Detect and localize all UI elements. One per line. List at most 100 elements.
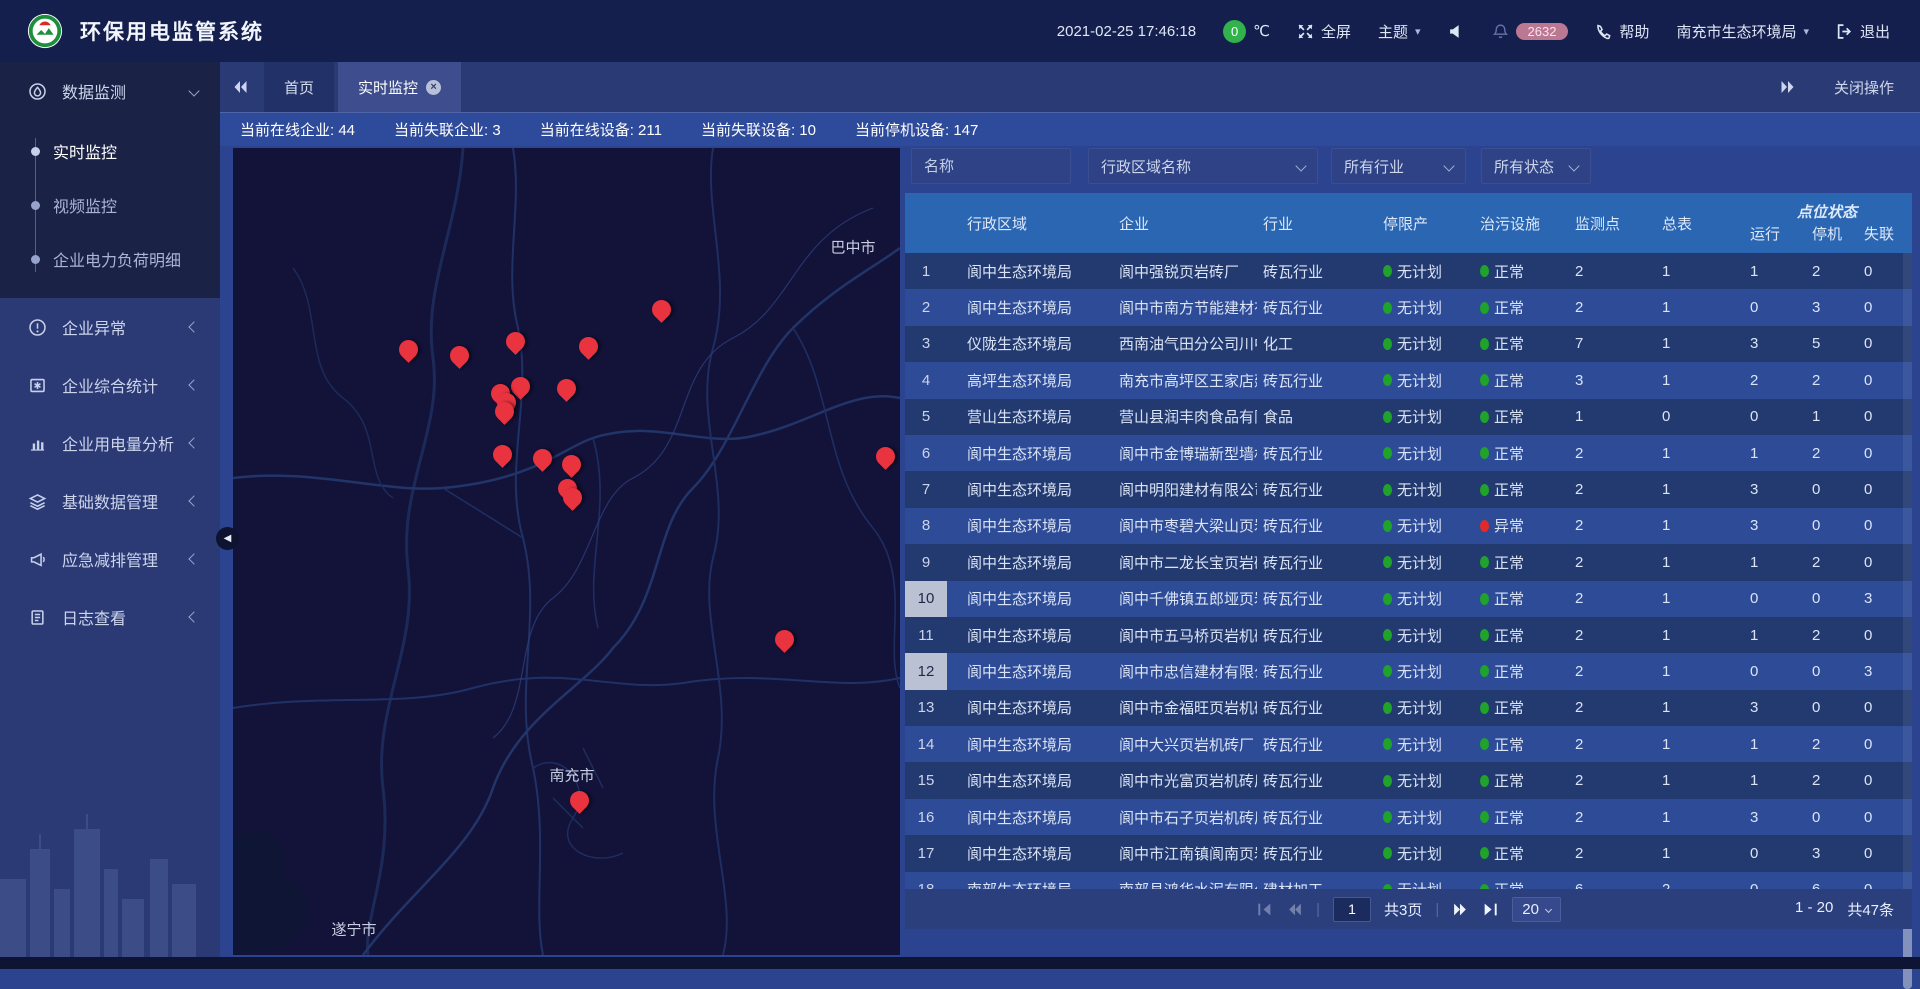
- cell-meter-count: 1: [1654, 544, 1742, 580]
- sidebar-item-label: 基础数据管理: [62, 489, 158, 513]
- notification-area[interactable]: 2632: [1492, 23, 1569, 40]
- org-dropdown[interactable]: 南充市生态环境局 ▾: [1676, 21, 1809, 42]
- cell-meter-count: 1: [1654, 471, 1742, 507]
- cell-treatment-status: 正常: [1462, 762, 1562, 798]
- help-button[interactable]: 帮助: [1595, 21, 1649, 42]
- table-row[interactable]: 7阆中生态环境局阆中明阳建材有限公司砖瓦行业无计划正常21300: [905, 471, 1912, 507]
- scroll-tabs-right-button[interactable]: [1768, 79, 1808, 95]
- table-row[interactable]: 8阆中生态环境局阆中市枣碧大梁山页岩砖瓦行业无计划异常21300: [905, 508, 1912, 544]
- cell-halt-count: 6: [1804, 872, 1856, 889]
- sidebar-item-label: 企业异常: [62, 315, 126, 339]
- last-page-button[interactable]: [1482, 901, 1499, 918]
- cell-region: 阆中生态环境局: [947, 253, 1077, 289]
- map-panel[interactable]: 巴中市南充市遂宁市: [233, 148, 900, 955]
- table-row[interactable]: 9阆中生态环境局阆中市二龙长宝页岩砖砖瓦行业无计划正常21120: [905, 544, 1912, 580]
- cell-monitor-count: 2: [1562, 726, 1654, 762]
- fullscreen-icon: [1297, 23, 1314, 40]
- cell-monitor-count: 2: [1562, 762, 1654, 798]
- row-index: 16: [905, 799, 947, 835]
- fullscreen-button[interactable]: 全屏: [1297, 21, 1351, 42]
- cell-stop-status: 无计划: [1357, 289, 1462, 325]
- table-scrollbar[interactable]: [1903, 253, 1912, 889]
- collapse-sidebar-button[interactable]: ◀: [216, 527, 239, 550]
- cell-treatment-status: 正常: [1462, 471, 1562, 507]
- table-row[interactable]: 3仪陇生态环境局西南油气田分公司川中化工无计划正常71350: [905, 326, 1912, 362]
- table-row[interactable]: 2阆中生态环境局阆中市南方节能建材有砖瓦行业无计划正常21030: [905, 289, 1912, 325]
- sidebar-item-5[interactable]: 基础数据管理: [0, 472, 220, 530]
- cell-company: 阆中大兴页岩机砖厂: [1077, 726, 1257, 762]
- cell-run-count: 1: [1742, 544, 1804, 580]
- tab-home[interactable]: 首页: [264, 62, 334, 112]
- name-filter-input[interactable]: [911, 148, 1071, 184]
- sidebar-subitem[interactable]: 企业电力负荷明细: [0, 232, 220, 286]
- status-dot-green: [1383, 847, 1392, 859]
- sidebar-subitem[interactable]: 实时监控: [0, 124, 220, 178]
- sidebar-item-1[interactable]: 数据监测: [0, 62, 220, 120]
- status-filter-select[interactable]: 所有状态: [1481, 148, 1591, 184]
- cell-company: 阆中市石子页岩机砖厂: [1077, 799, 1257, 835]
- cell-meter-count: 1: [1654, 835, 1742, 871]
- status-dot-green: [1480, 775, 1489, 787]
- table-row[interactable]: 15阆中生态环境局阆中市光富页岩机砖厂砖瓦行业无计划正常21120: [905, 762, 1912, 798]
- cell-monitor-count: 2: [1562, 617, 1654, 653]
- close-tab-icon[interactable]: ×: [426, 80, 441, 95]
- cell-meter-count: 1: [1654, 435, 1742, 471]
- table-row[interactable]: 1阆中生态环境局阆中强锐页岩砖厂砖瓦行业无计划正常21120: [905, 253, 1912, 289]
- first-page-button[interactable]: [1256, 901, 1273, 918]
- table-row[interactable]: 13阆中生态环境局阆中市金福旺页岩机砖砖瓦行业无计划正常21300: [905, 690, 1912, 726]
- table-row[interactable]: 16阆中生态环境局阆中市石子页岩机砖厂砖瓦行业无计划正常21300: [905, 799, 1912, 835]
- cell-treatment-status: 正常: [1462, 835, 1562, 871]
- notification-badge: 2632: [1516, 23, 1569, 40]
- sidebar-item-6[interactable]: 应急减排管理: [0, 530, 220, 588]
- cell-treatment-status: 正常: [1462, 544, 1562, 580]
- chevron-down-icon: [188, 85, 199, 96]
- page-number-input[interactable]: [1333, 897, 1371, 922]
- cell-meter-count: 1: [1654, 726, 1742, 762]
- status-dot-green: [1480, 556, 1489, 568]
- tab-realtime-monitor[interactable]: 实时监控 ×: [338, 62, 461, 112]
- sidebar-item-3[interactable]: 企业综合统计: [0, 356, 220, 414]
- logout-button[interactable]: 退出: [1836, 21, 1890, 42]
- scroll-tabs-left-button[interactable]: [220, 62, 260, 112]
- row-index: 15: [905, 762, 947, 798]
- table-row[interactable]: 6阆中生态环境局阆中市金博瑞新型墙材砖瓦行业无计划正常21120: [905, 435, 1912, 471]
- double-left-icon: [232, 79, 248, 95]
- table-row[interactable]: 18南部生态环境局南部县鸿华水泥有限公建材加工无计划正常62060: [905, 872, 1912, 889]
- table-row[interactable]: 4高坪生态环境局南充市高坪区王家店建砖瓦行业无计划正常31220: [905, 362, 1912, 398]
- cell-monitor-count: 7: [1562, 326, 1654, 362]
- cell-meter-count: 1: [1654, 617, 1742, 653]
- table-row[interactable]: 12阆中生态环境局阆中市忠信建材有限公砖瓦行业无计划正常21003: [905, 653, 1912, 689]
- cell-industry: 砖瓦行业: [1257, 617, 1357, 653]
- cell-halt-count: 0: [1804, 653, 1856, 689]
- status-dot-green: [1383, 629, 1392, 641]
- stat-item: 当前失联设备: 10: [701, 119, 816, 140]
- cell-halt-count: 3: [1804, 289, 1856, 325]
- table-row[interactable]: 11阆中生态环境局阆中市五马桥页岩机砖砖瓦行业无计划正常21120: [905, 617, 1912, 653]
- close-operations-button[interactable]: 关闭操作: [1834, 77, 1894, 98]
- row-index: 18: [905, 872, 947, 889]
- next-page-button[interactable]: [1452, 901, 1469, 918]
- sidebar-subitem[interactable]: 视频监控: [0, 178, 220, 232]
- cell-run-count: 1: [1742, 435, 1804, 471]
- region-filter-select[interactable]: 行政区域名称: [1088, 148, 1318, 184]
- prev-page-button[interactable]: [1286, 901, 1303, 918]
- page-size-select[interactable]: 20: [1512, 897, 1561, 922]
- table-row[interactable]: 5营山生态环境局营山县润丰肉食品有限食品无计划正常10010: [905, 399, 1912, 435]
- sound-toggle[interactable]: [1448, 23, 1465, 40]
- row-index: 14: [905, 726, 947, 762]
- sidebar-item-2[interactable]: 企业异常: [0, 298, 220, 356]
- table-row[interactable]: 17阆中生态环境局阆中市江南镇阆南页岩砖瓦行业无计划正常21030: [905, 835, 1912, 871]
- cell-treatment-status: 正常: [1462, 435, 1562, 471]
- table-row[interactable]: 10阆中生态环境局阆中千佛镇五郎垭页岩砖瓦行业无计划正常21003: [905, 581, 1912, 617]
- status-dot-green: [1480, 302, 1489, 314]
- theme-dropdown[interactable]: 主题 ▾: [1378, 21, 1421, 42]
- cell-meter-count: 1: [1654, 289, 1742, 325]
- sidebar-item-7[interactable]: 日志查看: [0, 588, 220, 646]
- row-index: 1: [905, 253, 947, 289]
- sidebar-subitem-label: 企业电力负荷明细: [53, 247, 181, 271]
- column-treatment: 治污设施: [1462, 193, 1562, 253]
- table-row[interactable]: 14阆中生态环境局阆中大兴页岩机砖厂砖瓦行业无计划正常21120: [905, 726, 1912, 762]
- sidebar-item-4[interactable]: 企业用电量分析: [0, 414, 220, 472]
- map-city-label: 巴中市: [830, 237, 875, 258]
- industry-filter-select[interactable]: 所有行业: [1331, 148, 1466, 184]
